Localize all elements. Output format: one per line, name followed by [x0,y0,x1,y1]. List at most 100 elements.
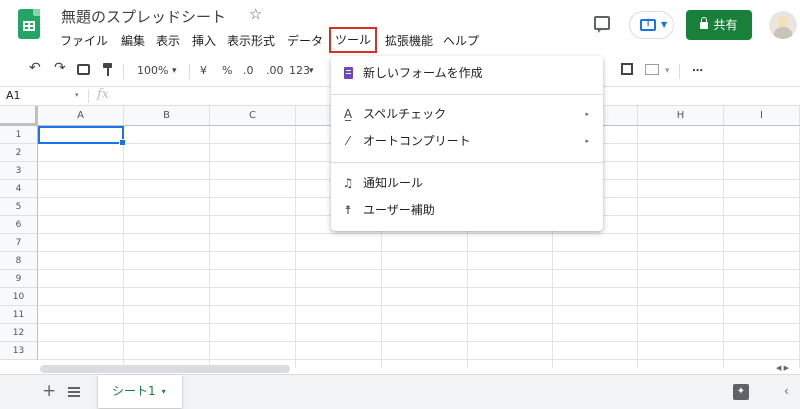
menu-view[interactable]: 表示 [156,31,180,51]
row-gridline [38,359,800,360]
menu-help[interactable]: ヘルプ [443,31,479,51]
menu-item-create-form[interactable]: 新しいフォームを作成 [331,60,603,86]
print-icon[interactable] [77,64,90,75]
row-header[interactable]: 11 [0,306,38,324]
formula-divider [88,90,89,103]
sheets-logo-icon[interactable] [18,9,40,39]
more-options-icon[interactable]: ⋯ [692,63,703,79]
scroll-arrows-icon[interactable]: ◀ ▶ [776,364,789,372]
add-sheet-icon[interactable]: + [42,381,56,401]
all-sheets-icon[interactable] [68,387,80,397]
sheet-tabs-bar: + シート1 ▾ ✦ ‹ [0,374,800,409]
merge-cells-icon[interactable] [645,64,659,75]
row-header[interactable]: 13 [0,342,38,360]
sheet-tab[interactable]: シート1 ▾ [98,375,182,408]
submenu-arrow-icon: ▸ [585,110,589,118]
row-header[interactable]: 5 [0,198,38,216]
zoom-select[interactable]: 100% [137,63,168,79]
tools-dropdown-menu: 新しいフォームを作成 A̲ スペルチェック ▸ ⁄ オートコンプリート ▸ ♫ … [331,56,603,231]
share-label: 共有 [713,18,738,32]
menu-item-label: スペルチェック [363,107,447,121]
menu-item-accessibility[interactable]: ☨ ユーザー補助 [331,197,603,223]
name-box[interactable]: A1 [6,89,21,102]
present-button[interactable]: ▼ [629,11,674,39]
row-gridline [38,341,800,342]
row-header[interactable]: 3 [0,162,38,180]
decrease-decimal-button[interactable]: .0 [243,63,254,79]
row-header[interactable]: 10 [0,288,38,306]
menu-item-notification-rules[interactable]: ♫ 通知ルール [331,170,603,196]
menu-edit[interactable]: 編集 [121,31,145,51]
fx-icon: fx [97,87,110,102]
menu-insert[interactable]: 挿入 [192,31,216,51]
column-gridline [209,126,210,368]
comment-history-icon[interactable] [594,16,610,33]
row-gridline [38,233,800,234]
increase-decimal-button[interactable]: .00 [266,63,284,79]
spellcheck-icon: A̲ [343,107,353,121]
chevron-down-icon: ▼ [661,20,668,29]
row-header[interactable]: 9 [0,270,38,288]
redo-icon[interactable]: ↷ [54,60,66,76]
menu-item-label: オートコンプリート [363,134,471,148]
row-header[interactable]: 2 [0,144,38,162]
menu-format[interactable]: 表示形式 [227,31,275,51]
row-gridline [38,305,800,306]
avatar[interactable] [769,11,797,39]
row-gridline [38,323,800,324]
menu-extensions[interactable]: 拡張機能 [385,31,433,51]
column-header[interactable]: I [724,106,800,126]
row-header[interactable]: 6 [0,216,38,234]
percent-format-button[interactable]: % [222,63,232,79]
menu-file[interactable]: ファイル [60,31,108,51]
horizontal-scrollbar[interactable] [40,365,290,373]
column-gridline [123,126,124,368]
borders-icon[interactable] [621,63,633,75]
chevron-down-icon[interactable]: ▾ [75,91,79,99]
accessibility-icon: ☨ [344,203,352,217]
menu-item-spellcheck[interactable]: A̲ スペルチェック ▸ [331,101,603,127]
undo-icon[interactable]: ↶ [29,60,41,76]
menu-divider [331,94,603,95]
chevron-down-icon[interactable]: ▾ [162,387,166,396]
selected-cell[interactable] [38,126,126,146]
present-icon [640,18,656,31]
column-gridline [723,126,724,368]
explore-icon[interactable]: ✦ [733,384,749,400]
column-gridline [295,126,296,368]
star-icon[interactable]: ☆ [249,5,262,23]
submenu-arrow-icon: ▸ [585,137,589,145]
document-title[interactable]: 無題のスプレッドシート [61,6,226,27]
chevron-left-icon[interactable]: ‹ [784,384,789,398]
column-header[interactable]: A [38,106,124,126]
more-formats-button[interactable]: 123 [289,63,310,79]
row-gridline [38,269,800,270]
magic-wand-icon: ⁄ [346,134,349,148]
menu-item-autocomplete[interactable]: ⁄ オートコンプリート ▸ [331,128,603,154]
chevron-down-icon: ▾ [665,66,670,76]
menu-tools[interactable]: ツール [329,27,378,53]
app-header: 無題のスプレッドシート ☆ ファイル 編集 表示 挿入 表示形式 データ ツール… [0,0,800,56]
share-button[interactable]: 共有 [686,10,752,40]
row-header[interactable]: 8 [0,252,38,270]
row-header[interactable]: 12 [0,324,38,342]
column-header[interactable]: B [124,106,210,126]
toolbar-divider [679,64,680,79]
select-all-corner[interactable] [0,106,38,126]
chevron-down-icon: ▾ [309,66,314,76]
row-header[interactable]: 7 [0,234,38,252]
menu-data[interactable]: データ [287,31,323,51]
row-header[interactable]: 4 [0,180,38,198]
menu-divider [331,162,603,163]
menu-item-label: 通知ルール [363,176,424,190]
spreadsheet-app: 無題のスプレッドシート ☆ ファイル 編集 表示 挿入 表示形式 データ ツール… [0,0,800,409]
column-header[interactable]: H [638,106,724,126]
row-header[interactable]: 1 [0,126,38,144]
row-gridline [38,287,800,288]
currency-format-button[interactable]: ¥ [200,63,207,79]
bell-icon: ♫ [342,176,354,190]
column-gridline [637,126,638,368]
toolbar-divider [189,64,190,79]
form-icon [344,67,353,79]
column-header[interactable]: C [210,106,296,126]
